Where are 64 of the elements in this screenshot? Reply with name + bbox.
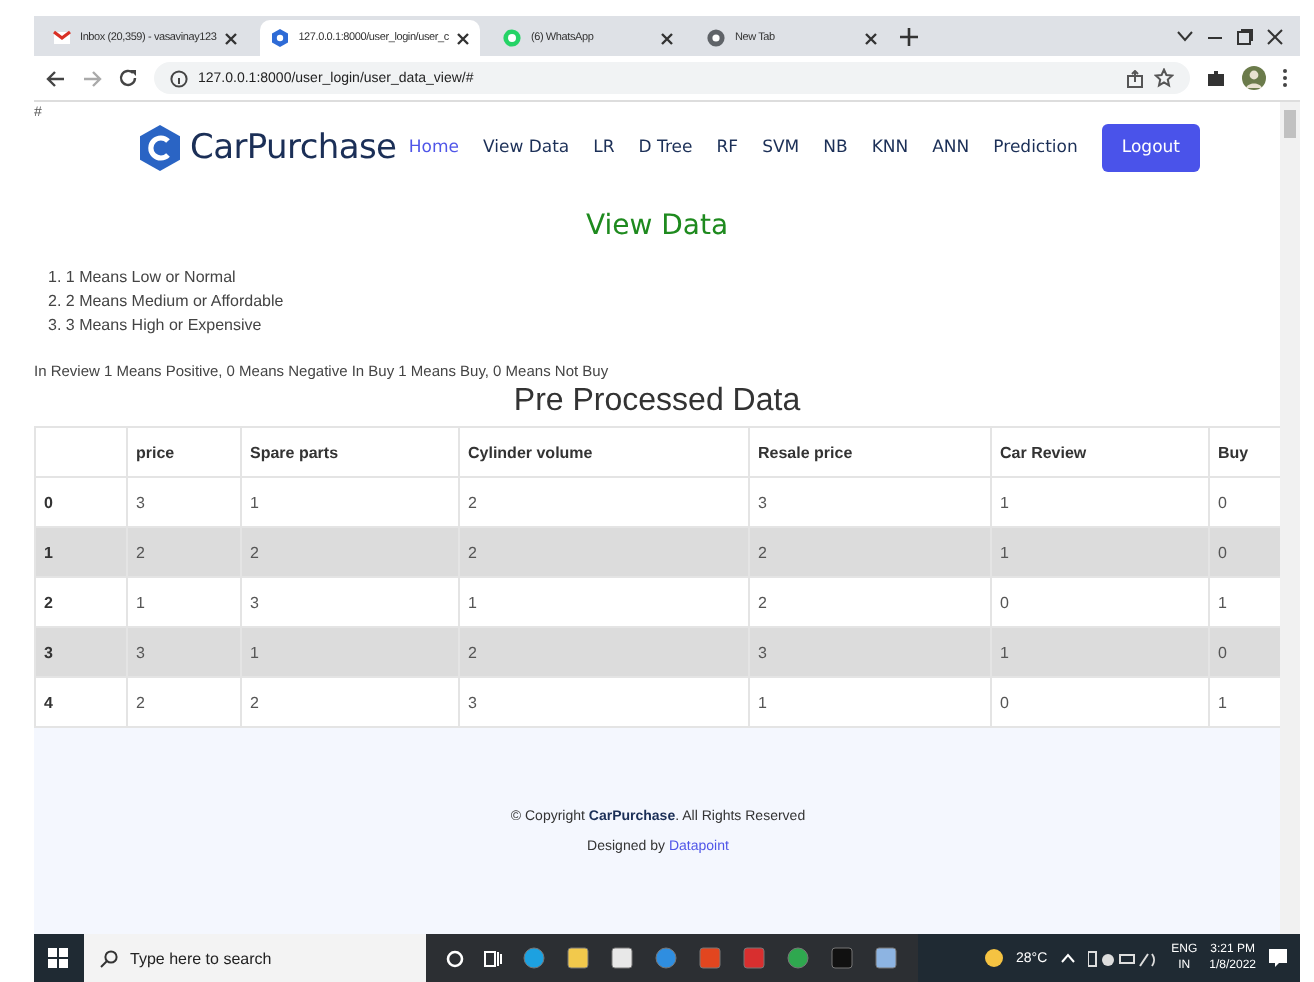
nav-link[interactable]: Home <box>396 138 471 158</box>
logout-button[interactable]: Logout <box>1101 124 1200 172</box>
table-cell: 1 <box>241 627 459 677</box>
row-index: 3 <box>35 627 127 677</box>
close-icon[interactable] <box>456 31 471 45</box>
hexagon-logo-icon <box>138 124 182 172</box>
circle-icon[interactable] <box>446 949 464 967</box>
notification-icon[interactable] <box>1268 948 1288 968</box>
star-icon[interactable] <box>1154 68 1174 88</box>
new-tab-icon[interactable] <box>900 27 919 45</box>
nav-link[interactable]: ANN <box>920 138 982 158</box>
table-cell: 2 <box>241 527 459 577</box>
info-icon <box>170 69 188 87</box>
mail-icon <box>52 28 72 48</box>
search-field[interactable]: Type here to search <box>130 949 410 967</box>
table-cell: 2 <box>127 527 241 577</box>
nav-link[interactable]: LR <box>581 138 627 158</box>
nav-link[interactable]: View Data <box>470 138 582 158</box>
scrollbar[interactable] <box>1280 102 1300 934</box>
table-cell: 1 <box>991 527 1209 577</box>
row-index: 1 <box>35 527 127 577</box>
table-cell: 2 <box>749 527 991 577</box>
reload-icon[interactable] <box>118 68 138 88</box>
chevron-down-icon[interactable] <box>1176 30 1194 42</box>
share-icon[interactable] <box>1126 69 1144 87</box>
nav-link[interactable]: KNN <box>859 138 921 158</box>
column-header: Cylinder volume <box>459 427 749 477</box>
restore-icon[interactable] <box>1236 27 1254 45</box>
brand-name[interactable]: CarPurchase <box>190 128 397 168</box>
avatar-icon[interactable] <box>1242 66 1266 90</box>
table-cell: 3 <box>749 627 991 677</box>
nav-link[interactable]: SVM <box>750 138 812 158</box>
nav-link[interactable]: NB <box>811 138 860 158</box>
column-header: Spare parts <box>241 427 459 477</box>
more-icon[interactable] <box>1282 68 1288 88</box>
nav-link[interactable]: Prediction <box>981 138 1090 158</box>
legend-text: 2. 2 Means Medium or Affordable <box>48 292 286 310</box>
back-icon[interactable] <box>46 69 66 87</box>
nav-link[interactable]: RF <box>704 138 751 158</box>
column-header: Resale price <box>749 427 991 477</box>
chevron-up-icon[interactable] <box>1059 952 1076 964</box>
task-view-icon[interactable] <box>484 949 502 967</box>
legend-text: 1. 1 Means Low or Normal <box>48 268 238 286</box>
table-title: Pre Processed Data <box>511 384 803 420</box>
table-cell: 3 <box>127 627 241 677</box>
table-cell: 2 <box>459 627 749 677</box>
table-cell: 2 <box>459 527 749 577</box>
hexagon-icon <box>270 28 291 48</box>
close-icon[interactable] <box>660 31 675 45</box>
scroll-thumb[interactable] <box>1284 110 1296 138</box>
tray-icons-drawing[interactable] <box>1087 949 1160 967</box>
column-header: Car Review <box>991 427 1209 477</box>
taskbar-search-bar[interactable]: Type here to search <box>84 934 426 982</box>
windows-start-icon[interactable] <box>48 948 68 968</box>
close-icon[interactable] <box>864 31 879 45</box>
page-heading: View Data <box>583 210 731 242</box>
column-header: price <box>127 427 241 477</box>
table-cell: 1 <box>991 627 1209 677</box>
sun-icon <box>983 948 1004 968</box>
close-icon[interactable] <box>1266 27 1284 45</box>
nav-link[interactable]: D Tree <box>626 138 705 158</box>
legend-text: 3. 3 Means High or Expensive <box>48 316 264 334</box>
search-icon[interactable] <box>100 949 118 967</box>
close-icon[interactable] <box>224 31 239 45</box>
